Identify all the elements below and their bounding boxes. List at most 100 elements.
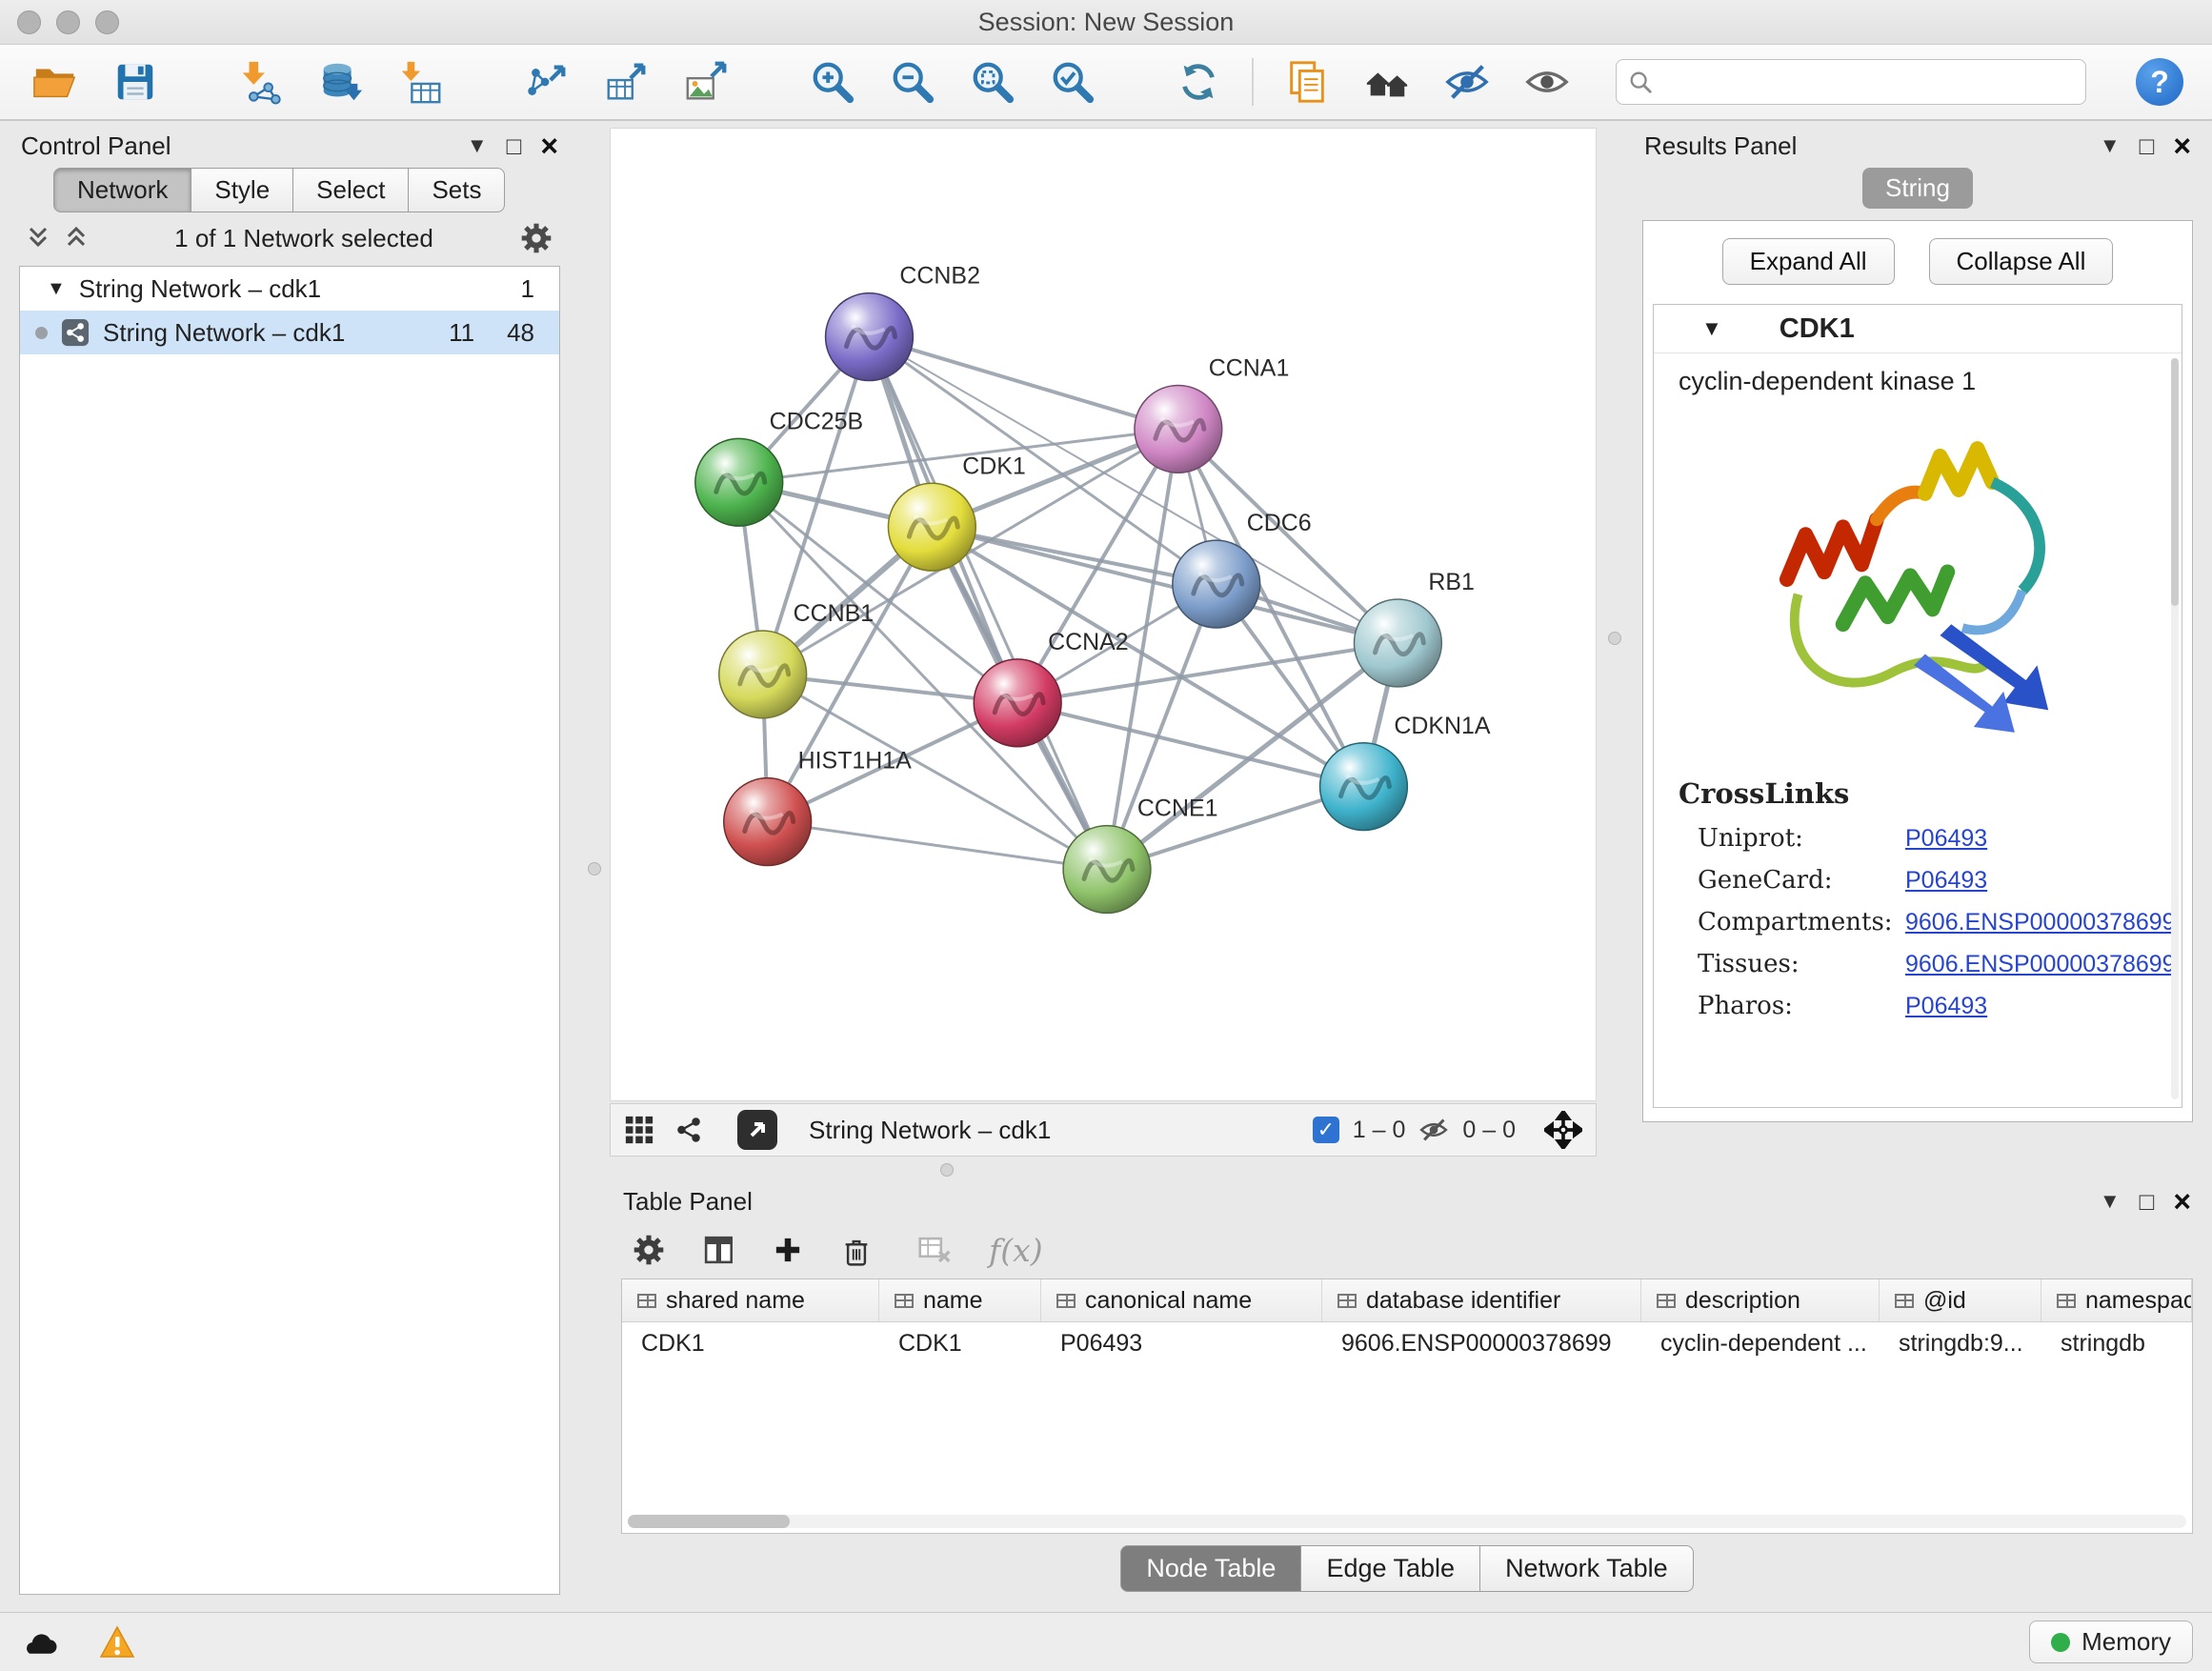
crosslink-genecard-link[interactable]: P06493: [1905, 867, 1987, 895]
import-network-from-database-button[interactable]: [314, 55, 368, 109]
protein-section-header[interactable]: ▼ CDK1: [1654, 305, 2182, 353]
pan-crosshair-icon[interactable]: [1544, 1111, 1582, 1149]
table-settings-gear-icon[interactable]: [633, 1234, 665, 1266]
network-node-cdc25b[interactable]: CDC25B: [695, 408, 863, 526]
collapse-all-button[interactable]: Collapse All: [1929, 238, 2114, 285]
cell-description[interactable]: cyclin-dependent ...: [1641, 1330, 1880, 1358]
column-header-canonical-name[interactable]: canonical name: [1041, 1279, 1322, 1321]
cell-namespace[interactable]: stringdb: [2041, 1330, 2192, 1358]
warning-icon[interactable]: [99, 1625, 135, 1660]
birdseye-grid-icon[interactable]: [624, 1115, 654, 1145]
network-node-ccna1[interactable]: CCNA1: [1135, 354, 1289, 473]
network-collection-row[interactable]: ▼ String Network – cdk1 1: [20, 267, 559, 311]
results-panel-close-icon[interactable]: ×: [2173, 131, 2191, 161]
tab-network[interactable]: Network: [53, 168, 191, 212]
network-edge-CDK1-RB1[interactable]: [932, 527, 1398, 643]
network-node-hist1h1a[interactable]: HIST1H1A: [724, 748, 912, 866]
export-image-button[interactable]: [680, 55, 734, 109]
tab-style[interactable]: Style: [191, 168, 293, 212]
vertical-splitter-handle[interactable]: [588, 862, 601, 876]
cloud-icon[interactable]: [19, 1625, 59, 1660]
tab-select[interactable]: Select: [292, 168, 409, 212]
horizontal-splitter-handle[interactable]: [940, 1163, 954, 1177]
column-header-id[interactable]: @id: [1880, 1279, 2041, 1321]
export-network-button[interactable]: [520, 55, 573, 109]
column-header-shared-name[interactable]: shared name: [622, 1279, 879, 1321]
fit-content-button[interactable]: [966, 55, 1019, 109]
selected-checkbox-icon[interactable]: ✓: [1313, 1117, 1339, 1143]
open-in-new-icon[interactable]: [736, 1109, 778, 1151]
network-node-cdkn1a[interactable]: CDKN1A: [1320, 713, 1491, 831]
import-network-from-file-button[interactable]: [234, 55, 288, 109]
cell-id[interactable]: stringdb:9...: [1880, 1330, 2041, 1358]
results-scrollbar[interactable]: [2171, 358, 2179, 1099]
refresh-view-button[interactable]: [1172, 55, 1225, 109]
string-tab[interactable]: String: [1862, 168, 1973, 209]
control-panel-maximize-icon[interactable]: □: [507, 133, 522, 158]
collapse-tree-icon[interactable]: [65, 225, 88, 252]
zoom-window-button[interactable]: [95, 10, 119, 34]
hide-selected-button[interactable]: [1440, 55, 1494, 109]
crosslink-tissues-link[interactable]: 9606.ENSP00000378699: [1905, 951, 2176, 978]
export-table-button[interactable]: [600, 55, 654, 109]
delete-column-trash-icon[interactable]: [840, 1234, 873, 1266]
cell-name[interactable]: CDK1: [879, 1330, 1041, 1358]
results-panel-maximize-icon[interactable]: □: [2140, 133, 2155, 158]
column-header-namespace[interactable]: namespace: [2041, 1279, 2192, 1321]
column-header-description[interactable]: description: [1641, 1279, 1880, 1321]
expand-tree-icon[interactable]: [27, 225, 50, 252]
show-columns-icon[interactable]: [701, 1233, 735, 1267]
results-panel-float-icon[interactable]: ▼: [2100, 135, 2121, 156]
cell-shared-name[interactable]: CDK1: [622, 1330, 879, 1358]
import-table-from-file-button[interactable]: [394, 55, 448, 109]
close-window-button[interactable]: [17, 10, 41, 34]
expand-all-button[interactable]: Expand All: [1722, 238, 1895, 285]
memory-button[interactable]: Memory: [2029, 1621, 2193, 1663]
disclosure-triangle-icon[interactable]: ▼: [47, 278, 66, 300]
column-header-name[interactable]: name: [879, 1279, 1041, 1321]
network-row-selected[interactable]: String Network – cdk1 11 48: [20, 311, 559, 354]
tab-edge-table[interactable]: Edge Table: [1300, 1545, 1480, 1592]
show-all-button[interactable]: [1520, 55, 1574, 109]
network-edge-HIST1H1A-CCNE1[interactable]: [768, 822, 1107, 870]
zoom-out-button[interactable]: [886, 55, 939, 109]
tab-network-table[interactable]: Network Table: [1479, 1545, 1694, 1592]
network-node-cdk1[interactable]: CDK1: [888, 453, 1025, 571]
control-panel-float-icon[interactable]: ▼: [467, 135, 488, 156]
share-network-icon[interactable]: [674, 1115, 704, 1145]
scrollbar-thumb[interactable]: [628, 1515, 790, 1528]
search-box[interactable]: [1616, 59, 2086, 105]
table-panel-float-icon[interactable]: ▼: [2100, 1191, 2121, 1212]
network-node-ccnb1[interactable]: CCNB1: [719, 600, 874, 718]
zoom-selected-button[interactable]: [1046, 55, 1099, 109]
search-input[interactable]: [1662, 68, 2074, 97]
table-panel-close-icon[interactable]: ×: [2173, 1186, 2191, 1217]
zoom-in-button[interactable]: [806, 55, 859, 109]
first-neighbors-button[interactable]: [1360, 55, 1414, 109]
table-horizontal-scrollbar[interactable]: [628, 1515, 2186, 1528]
help-button[interactable]: ?: [2136, 58, 2183, 106]
crosslink-compartments-link[interactable]: 9606.ENSP00000378699: [1905, 909, 2176, 936]
crosslink-pharos-link[interactable]: P06493: [1905, 993, 1987, 1020]
table-panel-maximize-icon[interactable]: □: [2140, 1189, 2155, 1214]
gear-icon[interactable]: [520, 222, 553, 254]
network-node-rb1[interactable]: RB1: [1354, 569, 1474, 687]
tab-sets[interactable]: Sets: [408, 168, 505, 212]
network-view-canvas[interactable]: CCNB2CCNA1CDC25BCDK1CDC6RB1CCNB1CCNA2CDK…: [610, 128, 1597, 1101]
collapse-section-icon[interactable]: ▼: [1701, 316, 1722, 341]
control-panel-close-icon[interactable]: ×: [540, 131, 558, 161]
network-graph[interactable]: CCNB2CCNA1CDC25BCDK1CDC6RB1CCNB1CCNA2CDK…: [611, 129, 1596, 1100]
network-edge-CCNB2-CCNE1[interactable]: [869, 337, 1107, 870]
cell-canonical-name[interactable]: P06493: [1041, 1330, 1322, 1358]
tab-node-table[interactable]: Node Table: [1120, 1545, 1301, 1592]
save-session-button[interactable]: [109, 55, 162, 109]
cell-database-identifier[interactable]: 9606.ENSP00000378699: [1322, 1330, 1641, 1358]
network-edge-CCNB2-CCNA1[interactable]: [869, 337, 1177, 430]
table-row[interactable]: CDK1 CDK1 P06493 9606.ENSP00000378699 cy…: [622, 1322, 2192, 1364]
crosslink-uniprot-link[interactable]: P06493: [1905, 825, 1987, 853]
copy-document-button[interactable]: [1280, 55, 1334, 109]
column-header-database-identifier[interactable]: database identifier: [1322, 1279, 1641, 1321]
vertical-splitter-handle[interactable]: [1608, 632, 1621, 645]
open-session-button[interactable]: [29, 55, 82, 109]
network-node-ccne1[interactable]: CCNE1: [1063, 795, 1217, 914]
